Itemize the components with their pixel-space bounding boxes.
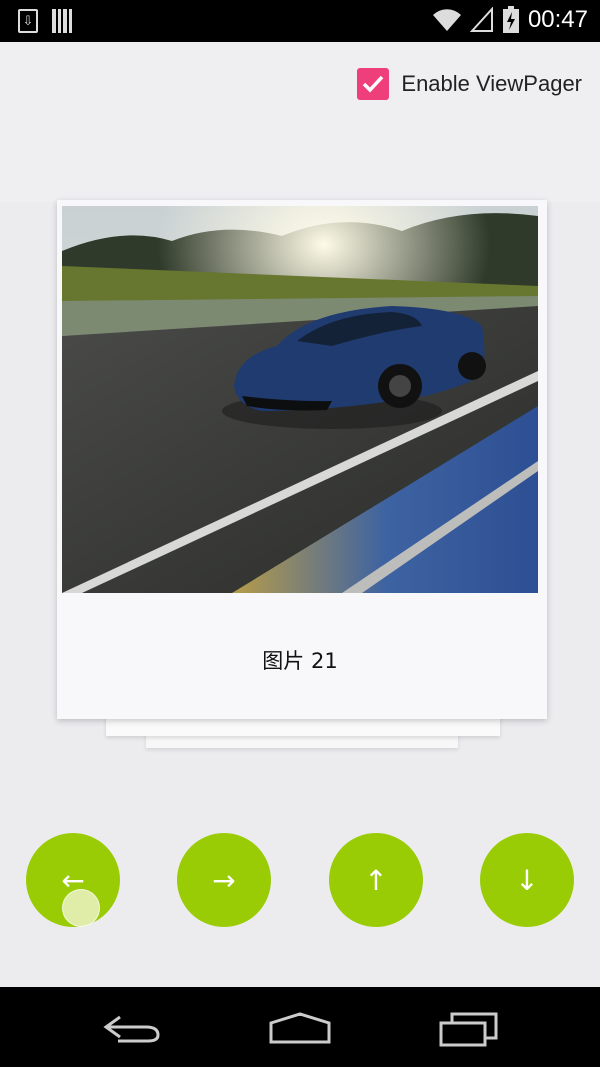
- image-card[interactable]: [57, 200, 547, 719]
- signal-icon: [469, 7, 493, 32]
- right-arrow-icon: →: [212, 863, 236, 897]
- up-arrow-button[interactable]: ↑: [329, 833, 423, 927]
- checkmark-icon: [363, 75, 384, 93]
- navigation-bar: [0, 987, 600, 1067]
- status-time: 00:47: [527, 6, 588, 33]
- status-bar: ⇩ 00:47: [0, 0, 600, 42]
- home-icon[interactable]: [268, 1011, 332, 1045]
- touch-indicator: [62, 889, 100, 927]
- recents-icon[interactable]: [438, 1011, 500, 1047]
- checkbox-label: Enable ViewPager: [401, 71, 582, 96]
- battery-charging-icon: [502, 6, 519, 33]
- checkbox[interactable]: [357, 68, 390, 100]
- up-arrow-icon: ↑: [364, 863, 388, 897]
- wifi-icon: [432, 9, 461, 32]
- down-arrow-icon: ↓: [515, 863, 539, 897]
- enable-viewpager-toggle[interactable]: Enable ViewPager: [357, 68, 582, 100]
- sd-card-icon: [52, 9, 72, 33]
- toolbar-area: [0, 42, 600, 202]
- card-caption: 图片 21: [262, 649, 338, 673]
- car-photo: [62, 206, 538, 593]
- right-arrow-button[interactable]: →: [177, 833, 271, 927]
- back-icon[interactable]: [100, 1013, 164, 1043]
- download-icon: ⇩: [18, 9, 38, 33]
- down-arrow-button[interactable]: ↓: [480, 833, 574, 927]
